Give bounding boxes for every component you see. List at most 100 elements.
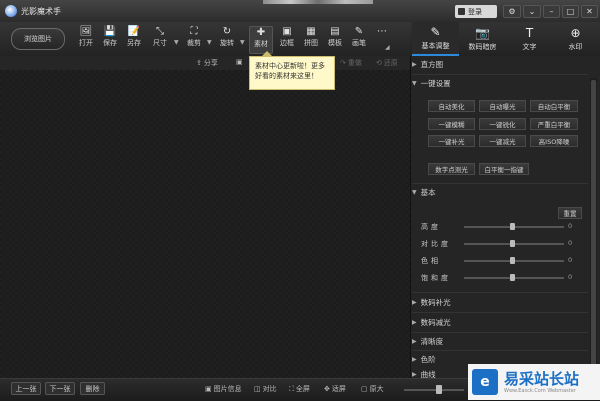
share-icon: ⇪ [196,59,202,67]
one-click-label: 一键设置 [420,79,451,88]
compare-button[interactable]: ◫ 对比 [254,384,277,394]
reset-button[interactable]: 重置 [558,207,582,219]
contrast-label: 对比度 [421,240,451,248]
contrast-slider-thumb[interactable] [510,240,515,247]
resize-tool[interactable]: ⤡ 尺寸 [148,26,172,54]
brush-label: 画笔 [352,39,366,47]
compare-icon: ◫ [254,385,261,393]
reduce-light-header[interactable]: ▶ 数码减光 [412,316,588,329]
tab-basic-adjust[interactable]: ✎ 基本调整 [412,22,459,56]
restore-button[interactable]: ⟲ 还原 [376,58,398,68]
browse-images-button[interactable]: 浏览图片 [11,28,65,50]
resize-dropdown-icon[interactable]: ▼ [174,39,179,46]
basic-header[interactable]: ▼ 基本 [412,186,588,199]
saturation-slider-thumb[interactable] [510,274,515,281]
rotate-icon: ↻ [222,26,232,37]
one-click-reduce-light-button[interactable]: 一键减光 [479,135,526,147]
redo-button[interactable]: ↷ 重做 [340,58,362,68]
menu-button[interactable]: ⌄ [523,5,541,18]
brush-tool[interactable]: ✎ 画笔 [347,26,371,54]
next-image-button[interactable]: 下一张 [45,382,75,395]
watermark-icon: ⊕ [570,26,581,40]
border-tool[interactable]: ▣ 边框 [275,26,299,54]
save-icon: 💾 [103,26,117,37]
previous-image-button[interactable]: 上一张 [11,382,41,395]
tab-watermark[interactable]: ⊕ 水印 [552,22,599,56]
brightness-slider-thumb[interactable] [510,223,515,230]
one-click-header[interactable]: ▼ 一键设置 [412,77,588,90]
template-tool[interactable]: ▤ 模板 [323,26,347,54]
expand-icon: ▶ [412,319,417,326]
save-tool[interactable]: 💾 保存 [98,26,122,54]
border-label: 边框 [280,39,294,47]
zoom-slider-thumb[interactable] [436,385,442,394]
divider [412,350,588,351]
site-logo-icon: e [472,369,498,395]
login-label: 登录 [468,7,482,16]
brightness-label: 高度 [421,223,441,231]
settings-button[interactable]: ⚙ [503,5,521,18]
gear-icon: ⚙ [508,7,516,16]
original-size-button[interactable]: ▢ 原大 [361,384,384,394]
hue-value: 0 [568,256,573,264]
fullscreen-button[interactable]: ⛶ 全屏 [289,384,310,394]
minimize-icon: – [549,7,554,16]
one-click-blur-button[interactable]: 一键模糊 [428,118,475,130]
levels-label: 色阶 [420,355,436,364]
delete-button[interactable]: 删除 [80,382,105,395]
basic-label: 基本 [420,188,436,197]
high-iso-denoise-button[interactable]: 高ISO降噪 [530,135,578,147]
login-icon [458,8,465,15]
spot-metering-button[interactable]: 数字点测光 [428,163,475,175]
image-info-button[interactable]: ▣ 图片信息 [205,384,242,394]
collapse-icon: ▼ [412,189,417,196]
login-button[interactable]: 登录 [455,5,497,18]
maximize-button[interactable]: □ [562,5,579,18]
panel-scrollbar-thumb[interactable] [591,80,596,370]
minimize-button[interactable]: – [543,5,560,18]
rotate-dropdown-icon[interactable]: ▼ [240,39,245,46]
share-button[interactable]: ⇪ 分享 [196,58,218,68]
auto-enhance-button[interactable]: 自动美化 [428,100,475,112]
zoom-slider[interactable] [404,389,464,391]
strict-white-balance-button[interactable]: 严重白平衡 [530,118,578,130]
crop-label: 裁剪 [187,39,201,47]
close-button[interactable]: ✕ [581,5,598,18]
fit-screen-icon: ✥ [324,385,330,393]
collage-tool[interactable]: ▦ 拼图 [299,26,323,54]
tab-text[interactable]: T 文字 [506,22,553,56]
auto-white-balance-button[interactable]: 自动白平衡 [530,100,578,112]
image-canvas[interactable] [0,70,410,378]
resize-label: 尺寸 [153,39,167,47]
toolbar-expand-icon[interactable]: ◢ [385,44,390,51]
fill-light-header[interactable]: ▶ 数码补光 [412,296,588,309]
fit-screen-button[interactable]: ✥ 适屏 [324,384,346,394]
one-click-fill-light-button[interactable]: 一键补光 [428,135,475,147]
one-click-sharpen-button[interactable]: 一键锐化 [479,118,526,130]
collapse-icon: ▼ [412,80,417,87]
tab-darkroom-label: 数码暗房 [468,43,497,51]
crop-dropdown-icon[interactable]: ▼ [207,39,212,46]
white-balance-picker-button[interactable]: 白平衡一指键 [479,163,529,175]
material-update-tooltip: 素材中心更新啦！更多 好看的素材来这里！ [249,56,335,90]
clarity-header[interactable]: ▶ 清晰度 [412,335,588,348]
crop-icon: ⛶ [190,26,198,37]
hue-label: 色相 [421,257,441,265]
rotate-tool[interactable]: ↻ 旋转 [215,26,239,54]
save-as-tool[interactable]: 📝 另存 [122,26,146,54]
more-tool[interactable]: ⋯ [370,26,394,54]
tab-watermark-label: 水印 [568,43,583,51]
crop-tool[interactable]: ⛶ 裁剪 [182,26,206,54]
auto-exposure-button[interactable]: 自动曝光 [479,100,526,112]
tab-darkroom[interactable]: 📷 数码暗房 [459,22,506,56]
save-as-icon: 📝 [127,26,141,37]
divider [412,332,588,333]
open-tool[interactable]: 🖼 打开 [74,26,98,54]
material-tool[interactable]: ✚ 素材 [249,26,273,54]
histogram-header[interactable]: ▶ 直方图 [412,58,588,71]
more-icon: ⋯ [377,26,387,37]
tab-text-label: 文字 [522,43,537,51]
hue-slider-thumb[interactable] [510,257,515,264]
maximize-icon: □ [566,7,575,16]
histogram-label: 直方图 [420,60,444,69]
